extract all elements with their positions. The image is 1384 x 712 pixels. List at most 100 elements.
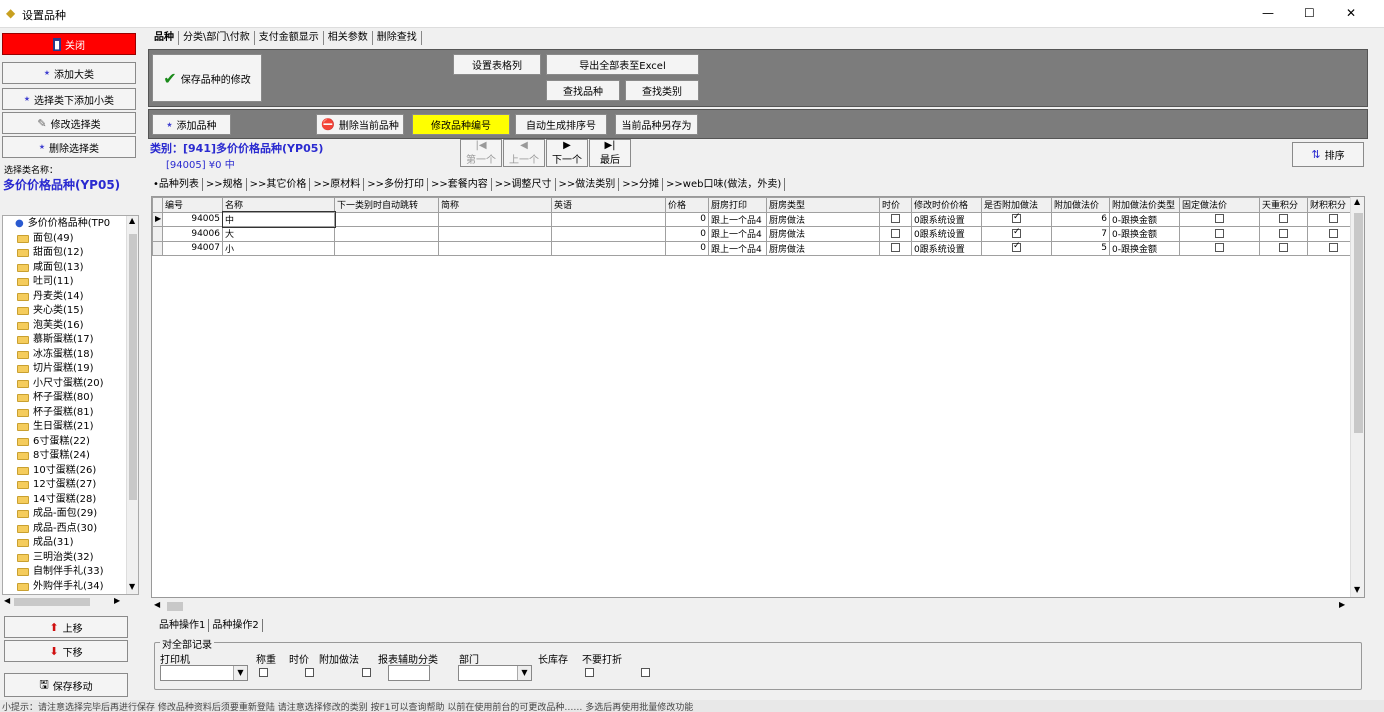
no-discount-checkbox[interactable] <box>640 667 650 677</box>
column-header[interactable]: 天重积分 <box>1259 197 1308 213</box>
save-changes-button[interactable]: ✔ 保存品种的修改 <box>152 54 262 102</box>
delete-item-button[interactable]: ⛔ 删除当前品种 <box>316 114 404 135</box>
table-cell-checkbox[interactable] <box>879 240 912 256</box>
chevron-up-icon[interactable]: ▲ <box>1354 197 1360 206</box>
tree-scroll-thumb[interactable] <box>129 234 137 500</box>
checkbox[interactable] <box>1012 227 1021 238</box>
table-row[interactable]: 94007小 0跟上一个品4厨房做法 0跟系统设置 50-跟换金额 <box>152 240 1360 256</box>
department-select[interactable]: ▼ <box>458 665 532 681</box>
tree-item[interactable]: ● 多价价格品种(TP0 <box>5 217 127 232</box>
export-excel-button[interactable]: 导出全部表至Excel <box>546 54 699 75</box>
column-header[interactable]: 附加做法价 <box>1051 197 1110 213</box>
chevron-down-icon[interactable]: ▼ <box>233 666 247 680</box>
edit-class-button[interactable]: ✎ 修改选择类 <box>2 112 136 134</box>
chevron-right-icon[interactable]: ▶ <box>1339 600 1345 609</box>
grid-hscrollbar[interactable]: ◀ ▶ <box>151 600 1351 613</box>
close-icon[interactable]: ✕ <box>1346 6 1356 20</box>
find-item-button[interactable]: 查找品种 <box>546 80 620 101</box>
tree-item[interactable]: 甜面包(12) <box>5 246 127 261</box>
row-indicator[interactable] <box>152 240 163 256</box>
table-cell[interactable] <box>438 240 552 256</box>
tree-item[interactable]: 10寸蛋糕(26) <box>5 464 127 479</box>
column-header[interactable]: 修改时价价格 <box>911 197 982 213</box>
item-grid[interactable]: 编号 名称 下一类别时自动跳转 简称 英语 价格 厨房打印 厨房类型 时价 修改时价价格 是否附加做… <box>151 196 1365 598</box>
tree-item[interactable]: 外购伴手礼(34) <box>5 580 127 595</box>
table-cell[interactable]: 大 <box>222 226 335 242</box>
checkbox[interactable] <box>891 228 900 238</box>
save-as-button[interactable]: 当前品种另存为 <box>615 114 698 135</box>
checkbox[interactable] <box>1279 243 1288 253</box>
tree-hscrollbar[interactable]: ◀ ▶ <box>2 596 127 608</box>
table-cell[interactable]: 跟上一个品4 <box>708 211 767 227</box>
close-red-button[interactable]: ▮ 关闭 <box>2 33 136 55</box>
maximize-icon[interactable]: ☐ <box>1304 6 1315 20</box>
first-button[interactable]: |◀ 第一个 <box>460 139 502 167</box>
tree-item[interactable]: 杯子蛋糕(81) <box>5 406 127 421</box>
row-indicator[interactable] <box>152 226 163 242</box>
table-cell[interactable]: 7 <box>1051 226 1110 242</box>
tree-item[interactable]: 成品-面包(29) <box>5 507 127 522</box>
delete-class-button[interactable]: ⭑ 删除选择类 <box>2 136 136 158</box>
table-cell-checkbox[interactable] <box>879 211 912 227</box>
tree-item[interactable]: 生日蛋糕(21) <box>5 420 127 435</box>
table-cell[interactable]: 6 <box>1051 211 1110 227</box>
table-cell[interactable] <box>334 240 439 256</box>
sub-tab[interactable]: >>其它价格 <box>247 178 311 191</box>
bottom-tab[interactable]: 品种操作2 <box>209 619 263 632</box>
find-class-button[interactable]: 查找类别 <box>625 80 699 101</box>
sub-tab[interactable]: >>规格 <box>203 178 247 191</box>
column-header[interactable]: 下一类别时自动跳转 <box>334 197 439 213</box>
table-cell[interactable] <box>334 211 439 227</box>
table-cell[interactable]: 0跟系统设置 <box>911 240 982 256</box>
table-cell[interactable] <box>438 226 552 242</box>
prev-button[interactable]: ◀ 上一个 <box>503 139 545 167</box>
checkbox[interactable] <box>1215 228 1224 238</box>
chevron-left-icon[interactable]: ◀ <box>154 600 160 609</box>
table-cell[interactable]: 0-跟换金额 <box>1109 240 1180 256</box>
table-cell-checkbox[interactable] <box>1259 211 1308 227</box>
top-tab[interactable]: 支付金额显示 <box>255 31 324 45</box>
tree-item[interactable]: 泡芙类(16) <box>5 319 127 334</box>
next-button[interactable]: ▶ 下一个 <box>546 139 588 167</box>
column-header[interactable]: 英语 <box>551 197 666 213</box>
tree-item[interactable]: 丹麦类(14) <box>5 290 127 305</box>
column-header[interactable]: 时价 <box>879 197 912 213</box>
sub-tab[interactable]: •品种列表 <box>150 178 203 191</box>
top-tab[interactable]: 删除查找 <box>373 31 422 45</box>
table-cell[interactable]: 厨房做法 <box>766 211 880 227</box>
tree-item[interactable]: 6寸蛋糕(22) <box>5 435 127 450</box>
chevron-up-icon[interactable]: ▲ <box>129 216 135 225</box>
table-cell-checkbox[interactable] <box>1259 226 1308 242</box>
column-header[interactable]: 固定做法价 <box>1179 197 1260 213</box>
row-indicator[interactable]: ▶ <box>152 211 163 227</box>
sub-tab[interactable]: >>多份打印 <box>364 178 428 191</box>
minimize-icon[interactable]: — <box>1262 6 1274 20</box>
chevron-down-icon[interactable]: ▼ <box>517 666 531 680</box>
table-cell[interactable]: 94006 <box>162 226 223 242</box>
table-cell-checkbox[interactable] <box>981 240 1052 256</box>
tree-item[interactable]: 自制伴手礼(33) <box>5 565 127 580</box>
move-up-button[interactable]: ⬆ 上移 <box>4 616 128 638</box>
table-cell[interactable]: 厨房做法 <box>766 240 880 256</box>
chevron-left-icon[interactable]: ◀ <box>4 596 10 605</box>
table-row[interactable]: ▶94005中 0跟上一个品4厨房做法 0跟系统设置 60-跟换金额 <box>152 211 1360 228</box>
time-price-checkbox[interactable] <box>305 667 315 677</box>
long-stock-checkbox[interactable] <box>584 667 594 677</box>
checkbox[interactable] <box>1215 243 1224 253</box>
tree-item[interactable]: 咸面包(13) <box>5 261 127 276</box>
grid-hscroll-thumb[interactable] <box>167 602 183 611</box>
save-move-button[interactable]: 🖫 保存移动 <box>4 673 128 697</box>
table-row[interactable]: 94006大 0跟上一个品4厨房做法 0跟系统设置 70-跟换金额 <box>152 226 1360 242</box>
tree-item[interactable]: 小尺寸蛋糕(20) <box>5 377 127 392</box>
column-header[interactable]: 价格 <box>665 197 709 213</box>
printer-select[interactable]: ▼ <box>160 665 248 681</box>
add-item-button[interactable]: ⭑ 添加品种 <box>152 114 231 135</box>
weigh-checkbox[interactable] <box>259 667 268 677</box>
table-cell[interactable]: 跟上一个品4 <box>708 240 767 256</box>
add-minor-class-button[interactable]: ⭑ 选择类下添加小类 <box>2 88 136 110</box>
tree-hscroll-thumb[interactable] <box>14 598 90 606</box>
tree-item[interactable]: 杯子蛋糕(80) <box>5 391 127 406</box>
sub-tab[interactable]: >>调整尺寸 <box>492 178 556 191</box>
column-header[interactable]: 厨房打印 <box>708 197 767 213</box>
checkbox[interactable] <box>1012 213 1021 224</box>
